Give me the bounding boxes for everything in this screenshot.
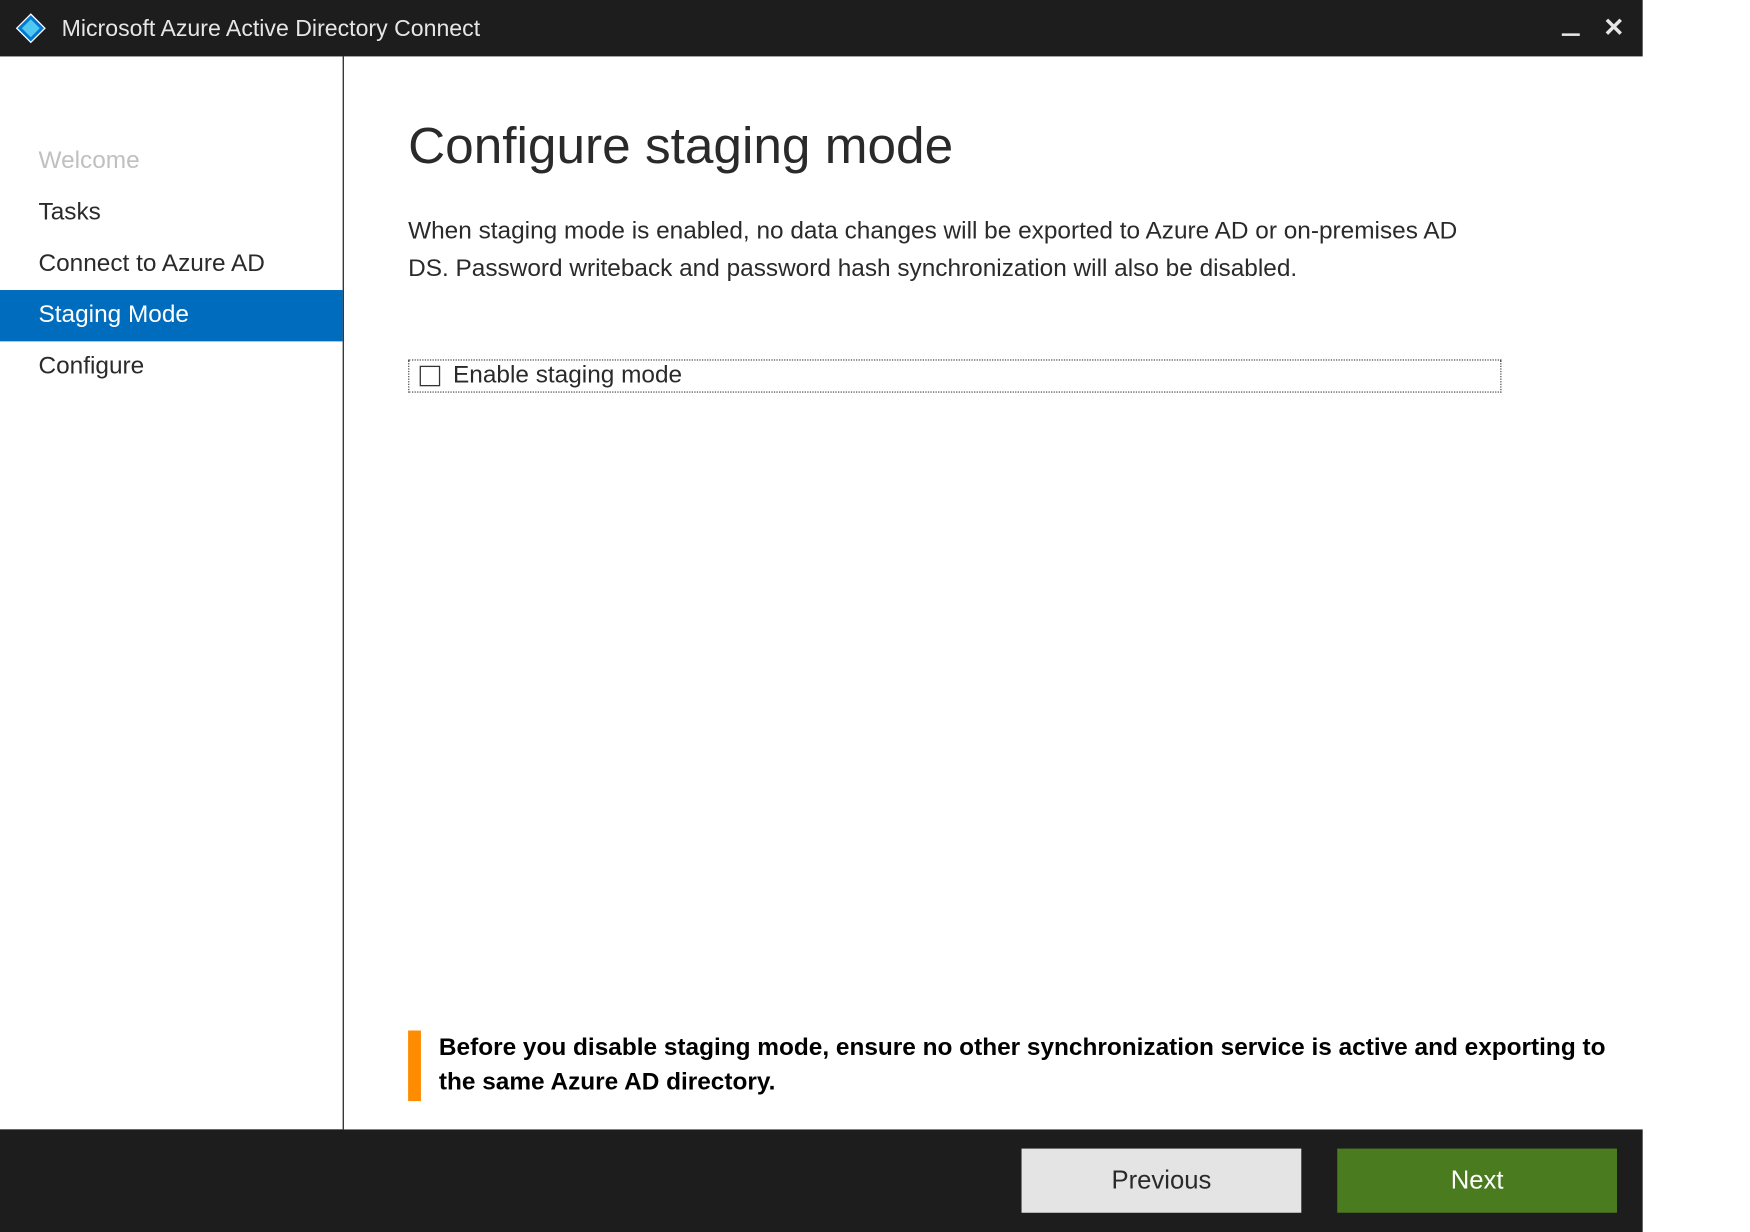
titlebar: Microsoft Azure Active Directory Connect… [0, 0, 1643, 56]
warning-text: Before you disable staging mode, ensure … [439, 1030, 1627, 1101]
minimize-icon[interactable] [1562, 33, 1580, 36]
azure-logo-icon [15, 13, 46, 44]
enable-staging-checkbox-container[interactable]: Enable staging mode [408, 359, 1501, 392]
sidebar-item-label: Connect to Azure AD [38, 250, 264, 278]
close-icon[interactable]: ✕ [1603, 15, 1625, 41]
sidebar-item-welcome[interactable]: Welcome [0, 136, 343, 187]
sidebar-item-tasks[interactable]: Tasks [0, 187, 343, 238]
warning-banner: Before you disable staging mode, ensure … [408, 1030, 1627, 1101]
sidebar-item-label: Configure [38, 353, 144, 381]
sidebar-item-label: Tasks [38, 199, 100, 227]
body-area: Welcome Tasks Connect to Azure AD Stagin… [0, 56, 1643, 1129]
previous-button[interactable]: Previous [1022, 1149, 1302, 1213]
sidebar-item-connect-azure-ad[interactable]: Connect to Azure AD [0, 239, 343, 290]
footer: Previous Next [0, 1129, 1643, 1232]
sidebar: Welcome Tasks Connect to Azure AD Stagin… [0, 56, 344, 1129]
main-panel: Configure staging mode When staging mode… [344, 56, 1643, 1129]
window-title: Microsoft Azure Active Directory Connect [62, 15, 1563, 42]
app-window: Microsoft Azure Active Directory Connect… [0, 0, 1643, 1232]
enable-staging-label[interactable]: Enable staging mode [453, 362, 682, 390]
sidebar-item-label: Staging Mode [38, 302, 188, 330]
enable-staging-checkbox[interactable] [420, 366, 441, 387]
sidebar-item-label: Welcome [38, 148, 139, 176]
next-button[interactable]: Next [1337, 1149, 1617, 1213]
warning-bar-icon [408, 1030, 421, 1101]
window-controls: ✕ [1562, 15, 1632, 41]
sidebar-item-staging-mode[interactable]: Staging Mode [0, 290, 343, 341]
page-title: Configure staging mode [408, 118, 1501, 176]
page-description: When staging mode is enabled, no data ch… [408, 214, 1501, 287]
sidebar-item-configure[interactable]: Configure [0, 341, 343, 392]
